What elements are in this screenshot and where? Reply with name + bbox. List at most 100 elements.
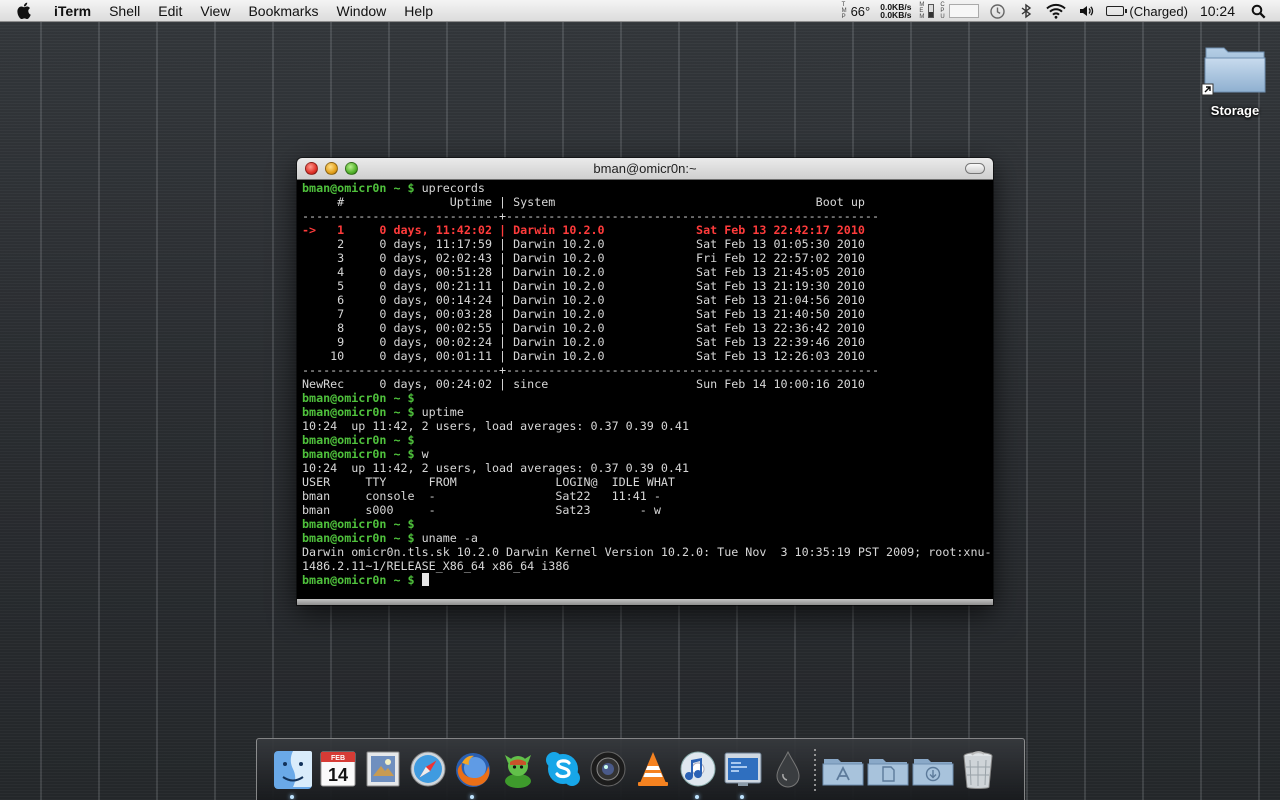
terminal-line: bman@omicr0n ~ $ <box>302 433 988 447</box>
terminal-text: 4 0 days, 00:51:28 | Darwin 10.2.0 Sat F… <box>302 265 865 279</box>
adium-icon <box>504 755 531 788</box>
terminal-line: ----------------------------+-----------… <box>302 363 988 377</box>
dock-skype[interactable] <box>540 747 585 799</box>
shell-prompt: bman@omicr0n ~ $ <box>302 391 415 405</box>
apple-menu-icon[interactable] <box>16 2 38 19</box>
terminal-line: 4 0 days, 00:51:28 | Darwin 10.2.0 Sat F… <box>302 265 988 279</box>
battery-menu[interactable]: (Charged) <box>1106 4 1188 19</box>
dock-documents-stack[interactable] <box>865 747 910 799</box>
running-indicator <box>740 795 744 799</box>
menu-app-iterm[interactable]: iTerm <box>50 0 100 22</box>
desktop-icon-storage[interactable]: Storage <box>1198 40 1272 118</box>
minimize-button[interactable] <box>325 162 338 175</box>
shell-prompt: bman@omicr0n ~ $ <box>302 531 415 545</box>
mem-label: MEM <box>919 2 925 20</box>
downloads-folder-icon <box>912 759 953 786</box>
terminal-line: Darwin omicr0n.tls.sk 10.2.0 Darwin Kern… <box>302 545 992 559</box>
terminal-text: bman console - Sat22 11:41 - <box>302 489 661 503</box>
window-titlebar[interactable]: bman@omicr0n:~ <box>297 158 993 180</box>
terminal-output[interactable]: bman@omicr0n ~ $ uprecords # Uptime | Sy… <box>297 180 993 599</box>
temperature-monitor[interactable]: TMP 66° <box>842 2 871 20</box>
terminal-text: ----------------------------+-----------… <box>302 209 879 223</box>
zoom-button[interactable] <box>345 162 358 175</box>
shell-prompt: bman@omicr0n ~ $ <box>302 573 415 587</box>
dock-vlc[interactable] <box>630 747 675 799</box>
current-record-line: -> 1 0 days, 11:42:02 | Darwin 10.2.0 Sa… <box>302 223 865 237</box>
iterm-icon <box>724 752 761 786</box>
terminal-text: 7 0 days, 00:03:28 | Darwin 10.2.0 Sat F… <box>302 307 865 321</box>
menu-edit[interactable]: Edit <box>149 0 191 22</box>
terminal-text: Darwin omicr0n.tls.sk 10.2.0 Darwin Kern… <box>302 545 992 559</box>
terminal-line: bman@omicr0n ~ $ uname -a <box>302 531 988 545</box>
battery-status: (Charged) <box>1129 3 1188 19</box>
terminal-text: ----------------------------+-----------… <box>302 363 879 377</box>
network-monitor[interactable]: 0.0KB/s 0.0KB/s <box>880 3 912 20</box>
terminal-line: bman s000 - Sat23 - w <box>302 503 988 517</box>
dock-photo-booth[interactable] <box>585 747 630 799</box>
terminal-line: 10:24 up 11:42, 2 users, load averages: … <box>302 461 988 475</box>
temp-label: TMP <box>841 2 847 20</box>
dock-drop[interactable] <box>765 747 810 799</box>
cpu-monitor[interactable]: CPU <box>940 2 980 20</box>
menu-shell[interactable]: Shell <box>100 0 149 22</box>
menu-window[interactable]: Window <box>327 0 395 22</box>
ical-month: FEB <box>331 755 345 762</box>
dock-ical[interactable]: FEB 14 <box>315 747 360 799</box>
applications-folder-icon <box>822 759 863 786</box>
menu-bookmarks[interactable]: Bookmarks <box>239 0 327 22</box>
memory-monitor[interactable]: MEM <box>919 2 935 20</box>
terminal-line: ----------------------------+-----------… <box>302 209 988 223</box>
dock-itunes[interactable] <box>675 747 720 799</box>
folder-alias-icon <box>1201 47 1266 96</box>
running-indicator <box>290 795 294 799</box>
terminal-text: uprecords <box>414 181 485 195</box>
ical-icon: FEB 14 <box>320 751 355 787</box>
terminal-line: 6 0 days, 00:14:24 | Darwin 10.2.0 Sat F… <box>302 293 988 307</box>
close-button[interactable] <box>305 162 318 175</box>
safari-icon <box>410 751 445 787</box>
net-down-value: 0.0KB/s <box>880 10 912 20</box>
dock-finder[interactable] <box>270 747 315 799</box>
dock-adium[interactable] <box>495 747 540 799</box>
terminal-text: # Uptime | System Boot up <box>302 195 865 209</box>
dock-downloads-stack[interactable] <box>910 747 955 799</box>
dock-preview[interactable] <box>360 747 405 799</box>
terminal-text: 5 0 days, 00:21:11 | Darwin 10.2.0 Sat F… <box>302 279 865 293</box>
terminal-line: 9 0 days, 00:02:24 | Darwin 10.2.0 Sat F… <box>302 335 988 349</box>
terminal-line: 3 0 days, 02:02:43 | Darwin 10.2.0 Fri F… <box>302 251 988 265</box>
time-machine-icon[interactable] <box>989 3 1006 20</box>
menubar-clock[interactable]: 10:24 <box>1200 3 1235 19</box>
dock-firefox[interactable] <box>450 747 495 799</box>
dock-applications-stack[interactable] <box>820 747 865 799</box>
terminal-text: bman s000 - Sat23 - w <box>302 503 661 517</box>
terminal-line: USER TTY FROM LOGIN@ IDLE WHAT <box>302 475 988 489</box>
terminal-text: 8 0 days, 00:02:55 | Darwin 10.2.0 Sat F… <box>302 321 865 335</box>
dock-trash[interactable] <box>955 747 1000 799</box>
vlc-icon <box>637 752 668 786</box>
terminal-line: bman@omicr0n ~ $ uprecords <box>302 181 988 195</box>
terminal-line: # Uptime | System Boot up <box>302 195 988 209</box>
iterm-window: bman@omicr0n:~ bman@omicr0n ~ $ uprecord… <box>297 158 993 605</box>
terminal-line: bman@omicr0n ~ $ <box>302 391 988 405</box>
wifi-icon[interactable] <box>1046 3 1067 19</box>
dock-safari[interactable] <box>405 747 450 799</box>
shell-prompt: bman@omicr0n ~ $ <box>302 405 415 419</box>
battery-icon <box>1106 6 1128 16</box>
dock-iterm[interactable] <box>720 747 765 799</box>
toolbar-toggle-button[interactable] <box>965 163 985 174</box>
terminal-line: -> 1 0 days, 11:42:02 | Darwin 10.2.0 Sa… <box>302 223 988 237</box>
drop-icon <box>775 750 800 788</box>
shell-prompt: bman@omicr0n ~ $ <box>302 517 415 531</box>
running-indicator <box>470 795 474 799</box>
menu-help[interactable]: Help <box>395 0 442 22</box>
bluetooth-icon[interactable] <box>1018 3 1034 19</box>
terminal-text: uname -a <box>414 531 478 545</box>
terminal-line: 8 0 days, 00:02:55 | Darwin 10.2.0 Sat F… <box>302 321 988 335</box>
terminal-line: bman@omicr0n ~ $ <box>302 517 988 531</box>
shell-prompt: bman@omicr0n ~ $ <box>302 433 415 447</box>
spotlight-search-icon[interactable] <box>1251 4 1266 19</box>
shell-prompt: bman@omicr0n ~ $ <box>302 181 415 195</box>
menu-view[interactable]: View <box>191 0 239 22</box>
volume-icon[interactable] <box>1078 3 1094 19</box>
